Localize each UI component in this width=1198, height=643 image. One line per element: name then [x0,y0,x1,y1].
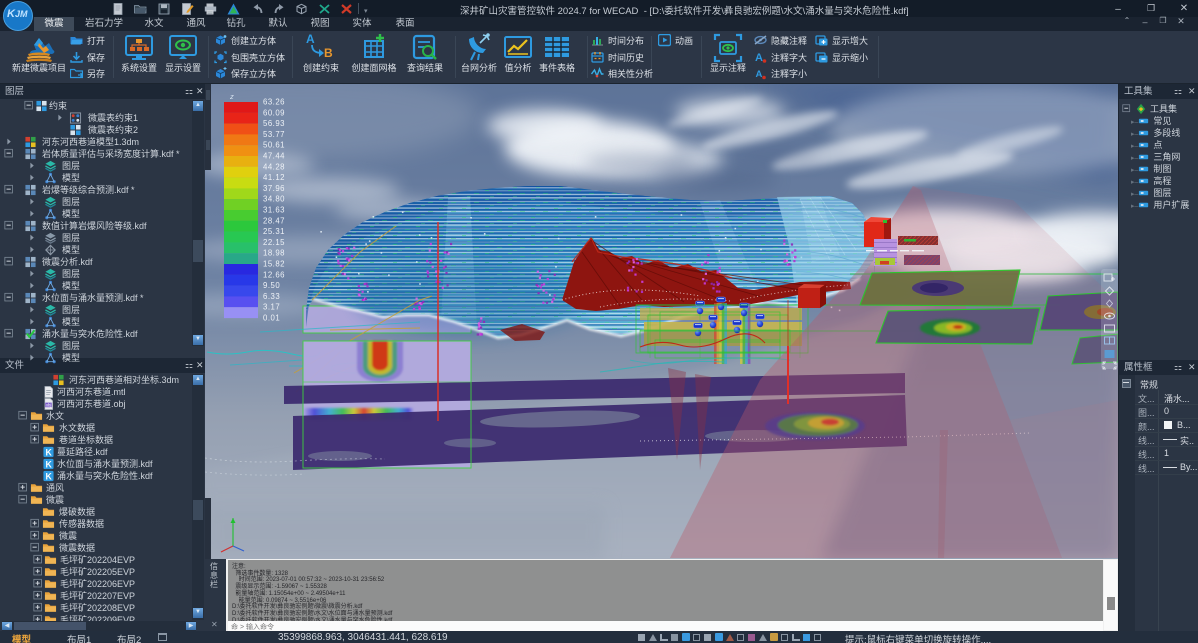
svg-text:31.63: 31.63 [263,206,285,215]
svg-text:obj: obj [46,403,52,408]
svg-text:B: B [324,46,333,60]
svg-text:12.66: 12.66 [263,270,285,279]
svg-text:K: K [45,471,52,481]
svg-text:3.17: 3.17 [263,303,280,312]
svg-text:15.82: 15.82 [263,260,285,269]
svg-text:25.31: 25.31 [263,227,285,236]
svg-text:60.09: 60.09 [263,108,285,117]
svg-text:A: A [756,69,763,80]
svg-text:22.15: 22.15 [263,238,285,247]
svg-text:A: A [755,52,763,64]
svg-text:50.61: 50.61 [263,141,285,150]
svg-text:44.28: 44.28 [263,162,285,171]
svg-text:47.44: 47.44 [263,152,285,161]
svg-text:z: z [229,92,234,101]
svg-text:53.77: 53.77 [263,130,285,139]
svg-text:9.50: 9.50 [263,281,280,290]
svg-text:A: A [306,32,315,46]
svg-text:K: K [45,459,52,469]
svg-text:56.93: 56.93 [263,119,285,128]
svg-text:63.26: 63.26 [263,98,285,107]
svg-text:37.96: 37.96 [263,184,285,193]
svg-text:41.12: 41.12 [263,173,285,182]
svg-text:34.80: 34.80 [263,195,285,204]
svg-text:6.33: 6.33 [263,292,280,301]
svg-text:18.98: 18.98 [263,249,285,258]
svg-text:0.01: 0.01 [263,314,280,323]
svg-text:K: K [45,447,52,457]
svg-text:28.47: 28.47 [263,216,285,225]
